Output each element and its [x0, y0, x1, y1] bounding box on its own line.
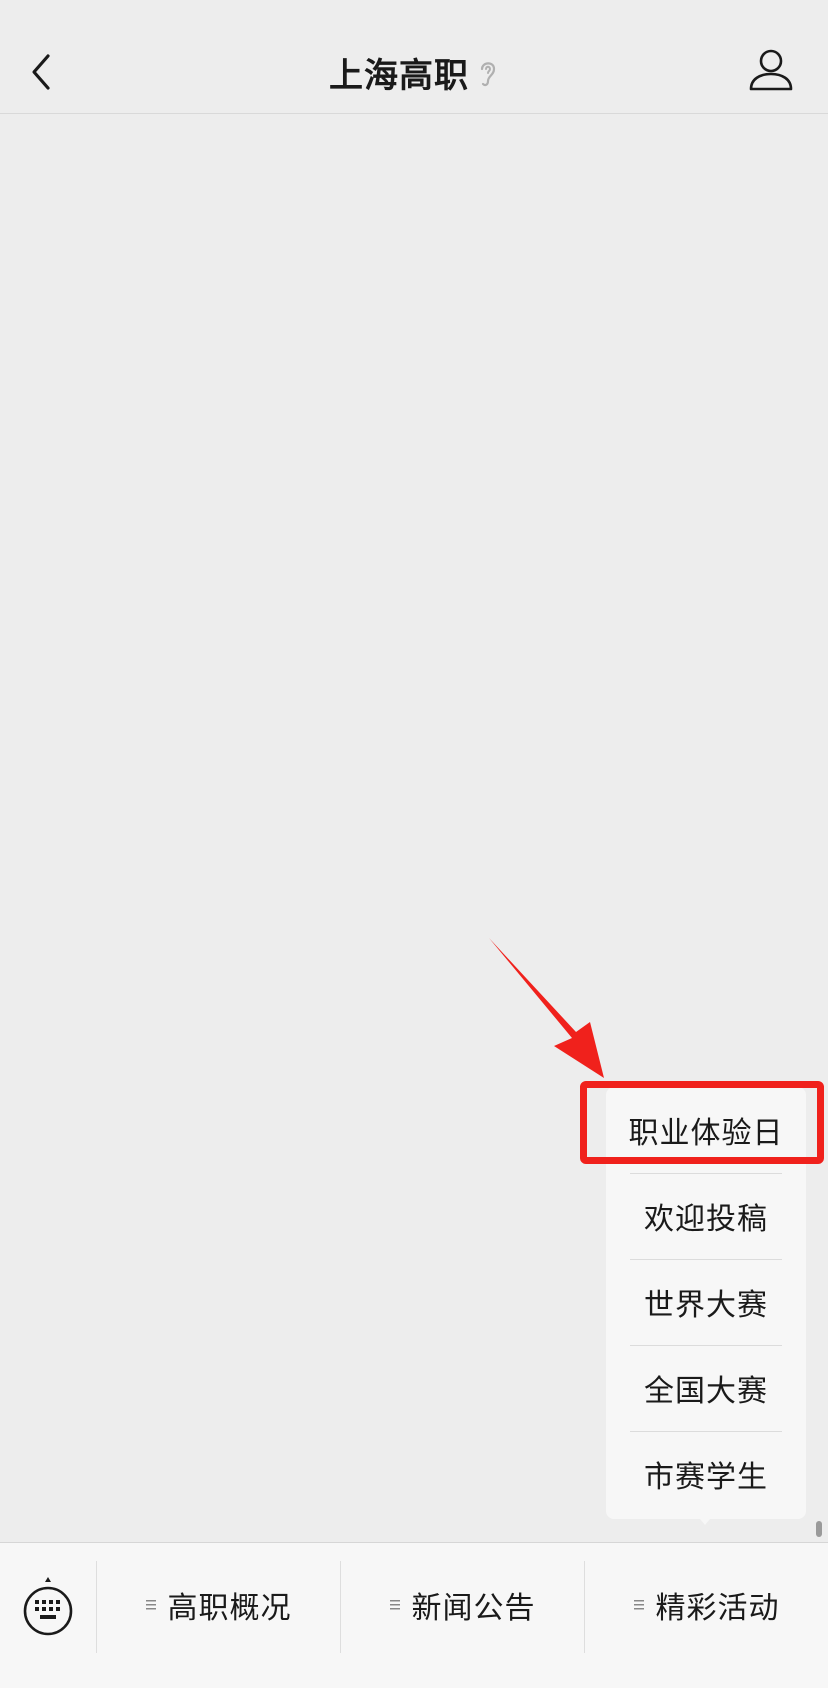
popup-item-label: 市赛学生	[644, 1460, 768, 1495]
user-icon	[749, 49, 793, 91]
chat-screen: 上海高职 职业体验日 欢迎投稿 世界大赛 全国大赛 市赛学生 高职概况 新闻公告…	[0, 0, 828, 1688]
popup-item-label: 全国大赛	[644, 1374, 768, 1409]
scrollbar-thumb[interactable]	[816, 1521, 822, 1537]
menu-lines-icon	[145, 1600, 156, 1610]
ear-icon	[480, 61, 496, 86]
menu-label: 高职概况	[167, 1591, 292, 1626]
menu-overview-button[interactable]: 高职概况	[97, 1569, 340, 1641]
popup-item-world-competition[interactable]: 世界大赛	[606, 1259, 806, 1345]
menu-label: 精彩活动	[655, 1591, 780, 1626]
popup-item-submissions[interactable]: 欢迎投稿	[606, 1173, 806, 1259]
popup-item-label: 世界大赛	[644, 1288, 768, 1323]
menu-activities-button[interactable]: 精彩活动	[585, 1569, 828, 1641]
keyboard-toggle-button[interactable]	[20, 1575, 76, 1641]
annotation-arrow	[489, 938, 604, 1078]
popup-item-career-day[interactable]: 职业体验日	[606, 1087, 806, 1173]
bottom-menu-bar: 高职概况 新闻公告 精彩活动	[0, 1542, 828, 1688]
popup-item-label: 职业体验日	[628, 1116, 784, 1151]
menu-label: 新闻公告	[411, 1591, 536, 1626]
menu-news-button[interactable]: 新闻公告	[341, 1569, 584, 1641]
popup-item-city-students[interactable]: 市赛学生	[606, 1431, 806, 1517]
title-wrap: 上海高职	[0, 48, 828, 97]
header-bar: 上海高职	[0, 0, 828, 114]
popup-item-national-competition[interactable]: 全国大赛	[606, 1345, 806, 1431]
popup-item-label: 欢迎投稿	[644, 1202, 768, 1237]
popup-tail	[695, 1513, 715, 1525]
menu-lines-icon	[633, 1600, 644, 1610]
profile-button[interactable]	[748, 46, 794, 94]
popup-submenu: 职业体验日 欢迎投稿 世界大赛 全国大赛 市赛学生	[606, 1087, 806, 1519]
menu-lines-icon	[389, 1600, 400, 1610]
keyboard-icon	[23, 1577, 73, 1636]
page-title: 上海高职	[329, 56, 469, 96]
